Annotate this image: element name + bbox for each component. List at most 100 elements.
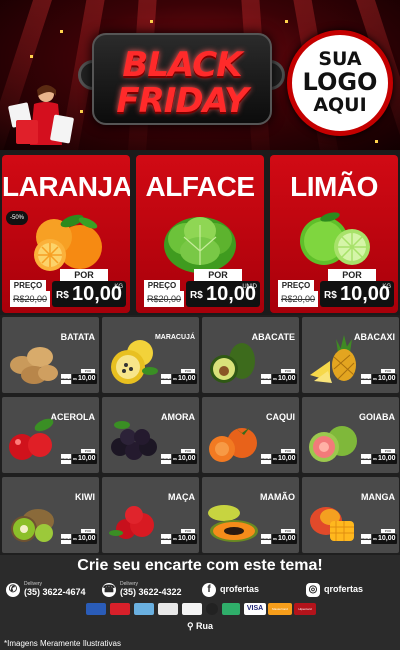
old-price: R$20,00	[161, 454, 172, 464]
currency: R$	[373, 457, 377, 461]
product-name: KIWI	[75, 492, 95, 502]
payment-card-icon	[134, 603, 154, 615]
old-price: R$20,00	[261, 534, 272, 544]
currency: R$	[373, 537, 377, 541]
persimmon-image	[209, 427, 257, 462]
currency: R$	[73, 457, 77, 461]
por-label: POR	[281, 529, 295, 533]
old-price: R$20,00	[10, 291, 50, 307]
whatsapp-number[interactable]: (35) 3622-4674	[24, 587, 86, 597]
whatsapp-icon: ✆	[6, 583, 20, 597]
product-name: GOIABA	[359, 412, 395, 422]
old-price: R$20,00	[61, 374, 72, 384]
currency: R$	[173, 457, 177, 461]
por-label: POR	[381, 369, 395, 373]
old-price: R$20,00	[261, 454, 272, 464]
new-price: R$ 10,00	[72, 374, 97, 384]
price-value: 10,00	[78, 375, 96, 382]
price-tag: POR R$20,00 R$ 10,00	[261, 369, 297, 385]
price-tag: POR R$20,00 R$ 10,00	[361, 369, 397, 385]
grid-card-batata: BATATA POR R$20,00 R$ 10,00	[2, 317, 99, 393]
new-price: R$ 10,00 KG	[52, 281, 126, 307]
price-value: 10,00	[278, 375, 296, 382]
unit: KG	[382, 284, 391, 290]
por-label: POR	[81, 529, 95, 533]
apple-image	[109, 506, 154, 539]
price-tag: POR R$20,00 R$ 10,00	[61, 529, 97, 545]
por-label: POR	[281, 449, 295, 453]
price-tag: POR R$20,00 R$ 10,00	[161, 369, 197, 385]
store-logo-placeholder: SUA LOGO AQUI	[287, 30, 393, 136]
por-label: POR	[81, 449, 95, 453]
price-value: 10,00	[78, 455, 96, 462]
price-tag: POR R$20,00 R$ 10,00	[61, 449, 97, 465]
new-price: R$ 10,00	[72, 454, 97, 464]
currency: R$	[273, 537, 277, 541]
por-label: POR	[60, 269, 108, 281]
new-price: R$ 10,00	[172, 534, 197, 544]
price-tag: POR R$20,00 R$ 10,00	[361, 449, 397, 465]
hipercard-logo: Hipercard	[294, 603, 316, 615]
passion-fruit-image	[111, 340, 158, 384]
unit: UNID	[242, 284, 257, 290]
orange-image	[34, 214, 102, 271]
product-name: ALFACE	[145, 171, 256, 202]
grid-card-maracuja: MARACUJÁ POR R$20,00 R$ 10,00	[102, 317, 199, 393]
por-label: POR	[381, 449, 395, 453]
price-tag: POR R$20,00 R$ 10,00	[61, 369, 97, 385]
blackberry-image	[111, 421, 157, 460]
new-price: R$ 10,00	[272, 374, 297, 384]
currency: R$	[190, 290, 203, 301]
cta-text[interactable]: Crie seu encarte com este tema!	[0, 557, 400, 575]
price-tag: POR PREÇO R$20,00 R$ 10,00 KG	[274, 269, 394, 309]
product-name: MANGA	[361, 492, 395, 502]
por-label: POR	[81, 369, 95, 373]
disclaimer: *Imagens Meramente Ilustrativas	[4, 639, 121, 648]
currency: R$	[324, 290, 337, 301]
price-tag: POR PREÇO R$20,00 R$ 10,00 UNID	[140, 269, 260, 309]
address: ⚲ Rua	[0, 621, 400, 632]
price-value: 10,00	[78, 535, 96, 542]
instagram-handle[interactable]: qrofertas	[324, 584, 363, 594]
grid-card-abacaxi: ABACAXI POR R$20,00 R$ 10,00	[302, 317, 399, 393]
price-tag: POR R$20,00 R$ 10,00	[361, 529, 397, 545]
featured-card-limao: LIMÃO POR PREÇO R$20,00 R$ 10,00 KG	[270, 155, 398, 313]
old-price: R$20,00	[278, 291, 318, 307]
product-name: BATATA	[60, 332, 95, 342]
payment-card-icon	[222, 603, 240, 615]
preco-label: PREÇO	[278, 280, 314, 291]
shopper-with-bags-icon	[8, 85, 74, 145]
grid-card-amora: AMORA POR R$20,00 R$ 10,00	[102, 397, 199, 473]
price-value: 10,00	[178, 375, 196, 382]
flyer-page: BLACK FRIDAY SUA LOGO AQUI LARANJA -50%	[0, 0, 400, 650]
new-price: R$ 10,00 UNID	[186, 281, 260, 307]
phone-number[interactable]: (35) 3622-4322	[120, 587, 182, 597]
price-value: 10,00	[378, 535, 396, 542]
grid-card-kiwi: KIWI POR R$20,00 R$ 10,00	[2, 477, 99, 553]
payment-card-icon	[206, 603, 218, 615]
product-name: LIMÃO	[290, 171, 378, 202]
visa-logo: VISA	[244, 603, 266, 615]
old-price: R$20,00	[261, 374, 272, 384]
old-price: R$20,00	[361, 374, 372, 384]
por-label: POR	[281, 369, 295, 373]
new-price: R$ 10,00 KG	[320, 281, 394, 307]
por-label: POR	[181, 529, 195, 533]
price-tag: POR R$20,00 R$ 10,00	[161, 529, 197, 545]
product-name: MAÇA	[168, 492, 195, 502]
facebook-handle[interactable]: qrofertas	[220, 584, 259, 594]
por-label: POR	[181, 369, 195, 373]
mastercard-logo: MasterCard	[268, 603, 292, 615]
location-pin-icon: ⚲	[186, 621, 197, 631]
new-price: R$ 10,00	[272, 534, 297, 544]
pineapple-image	[310, 335, 356, 383]
product-name: MAMÃO	[260, 492, 295, 502]
logo-line2: LOGO	[302, 68, 378, 97]
black-friday-logo: BLACK FRIDAY	[92, 33, 272, 125]
price-value: 10,00	[178, 455, 196, 462]
featured-card-laranja: LARANJA -50% POR PREÇO R$20,00 R$ 10,00 …	[2, 155, 130, 313]
papaya-image	[208, 505, 258, 542]
payment-card-icon	[86, 603, 106, 615]
acerola-image	[9, 418, 54, 460]
new-price: R$ 10,00	[272, 454, 297, 464]
